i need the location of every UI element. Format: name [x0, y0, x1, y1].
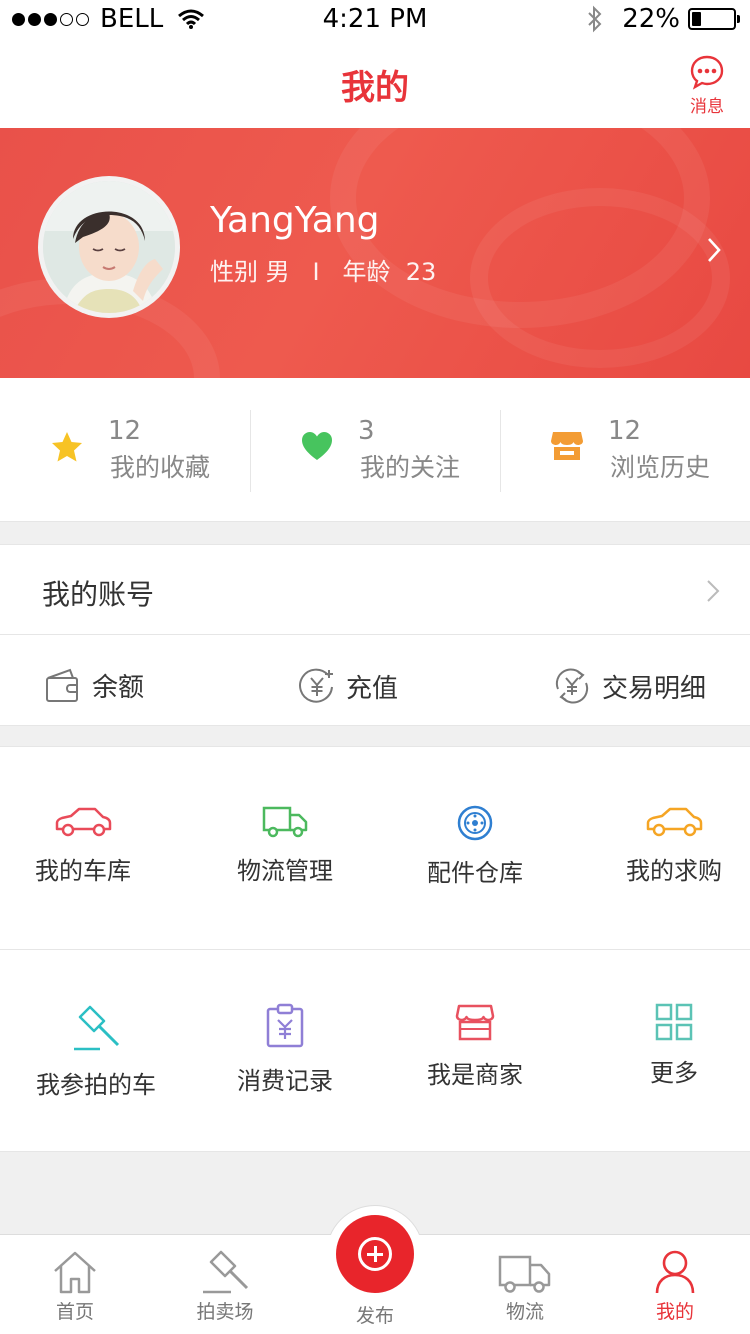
- plus-icon: [358, 1237, 392, 1271]
- grid-item-label: 更多: [650, 1059, 698, 1087]
- messages-label: 消息: [690, 97, 724, 117]
- account-header[interactable]: 我的账号: [0, 545, 750, 635]
- tab-auction[interactable]: 拍卖场: [150, 1249, 300, 1324]
- grid-item-label: 我的求购: [626, 857, 722, 885]
- chevron-right-icon: [707, 580, 720, 602]
- info-separator: I: [312, 258, 320, 286]
- yen-cycle-icon: [555, 668, 589, 704]
- gavel-icon: [203, 1250, 249, 1294]
- stats-row: 12 我的收藏 3 我的关注 12 浏览历史: [0, 378, 750, 522]
- recharge-button[interactable]: 充值: [298, 667, 398, 705]
- tab-logistics[interactable]: 物流: [450, 1249, 600, 1324]
- grid-item-label: 消费记录: [237, 1067, 333, 1095]
- heart-icon: [302, 432, 332, 460]
- gavel-icon: [74, 1005, 120, 1051]
- status-right: 22%: [586, 4, 740, 34]
- battery-level: [692, 12, 701, 26]
- transactions-button[interactable]: 交易明细: [552, 667, 706, 705]
- grid-item-parts[interactable]: 配件仓库: [385, 805, 565, 888]
- transactions-label: 交易明细: [602, 673, 707, 704]
- car-icon: [646, 807, 703, 837]
- person-icon: [655, 1250, 695, 1294]
- grid-item-garage[interactable]: 我的车库: [0, 805, 173, 886]
- grid-item-label: 我是商家: [427, 1061, 523, 1089]
- wheel-icon: [457, 805, 493, 841]
- tab-home[interactable]: 首页: [0, 1249, 150, 1324]
- feature-grid: 我的车库 物流管理 配件仓库 我的求购 我参拍的车 消费记录 我是商家 更多: [0, 746, 750, 1152]
- grid-item-spending[interactable]: 消费记录: [195, 1003, 375, 1096]
- stat-label: 我的关注: [360, 453, 461, 482]
- banner-decoration: [470, 188, 730, 368]
- tab-label: 首页: [55, 1301, 94, 1323]
- truck-icon: [498, 1255, 551, 1293]
- truck-icon: [262, 806, 308, 838]
- shop-icon: [551, 432, 583, 460]
- gender-label: 性别: [210, 258, 258, 286]
- stat-count: 3: [358, 416, 375, 446]
- tab-label: 发布: [355, 1305, 394, 1327]
- tab-bar: 首页 拍卖场 发布 物流 我的: [0, 1205, 750, 1334]
- grid-item-label: 物流管理: [237, 857, 333, 885]
- bluetooth-icon: [588, 5, 602, 33]
- stat-history[interactable]: 12 浏览历史: [500, 378, 750, 521]
- publish-button[interactable]: [336, 1215, 414, 1293]
- store-icon: [455, 1004, 495, 1041]
- battery-percent: 22%: [622, 4, 680, 34]
- car-icon: [55, 807, 112, 837]
- page-title: 我的: [341, 68, 409, 108]
- avatar-image: [43, 181, 175, 313]
- balance-button[interactable]: 余额: [44, 667, 144, 704]
- nav-bar: 我的 消息: [0, 40, 750, 128]
- grid-item-my-auctions[interactable]: 我参拍的车: [6, 1003, 186, 1100]
- grid-item-wanted[interactable]: 我的求购: [584, 805, 750, 886]
- stat-label: 我的收藏: [110, 453, 211, 482]
- user-info: 性别 男 I 年龄 23: [210, 252, 436, 287]
- stat-following[interactable]: 3 我的关注: [250, 378, 500, 521]
- receipt-icon: [266, 1003, 304, 1048]
- stat-count: 12: [108, 416, 142, 446]
- grid-item-label: 配件仓库: [427, 859, 523, 887]
- messages-button[interactable]: 消息: [682, 54, 732, 117]
- chevron-right-icon[interactable]: [706, 236, 722, 264]
- tab-label: 我的: [655, 1301, 694, 1323]
- grid-item-more[interactable]: 更多: [584, 1003, 750, 1088]
- grid-item-label: 我的车库: [35, 857, 131, 885]
- age-value: 23: [405, 258, 437, 286]
- grid-item-logistics[interactable]: 物流管理: [195, 805, 375, 886]
- stat-label: 浏览历史: [610, 453, 711, 482]
- recharge-label: 充值: [346, 673, 399, 704]
- star-icon: [52, 432, 82, 462]
- grid-item-label: 我参拍的车: [36, 1071, 156, 1099]
- stat-favorites[interactable]: 12 我的收藏: [0, 378, 250, 521]
- account-title: 我的账号: [42, 578, 155, 611]
- avatar[interactable]: [38, 176, 180, 318]
- profile-banner[interactable]: YangYang 性别 男 I 年龄 23: [0, 128, 750, 378]
- home-icon: [54, 1251, 96, 1294]
- grid-item-merchant[interactable]: 我是商家: [385, 1003, 565, 1090]
- tab-label: 拍卖场: [196, 1301, 254, 1323]
- status-bar: BELL 4:21 PM 22%: [0, 0, 750, 40]
- grid-icon: [655, 1003, 693, 1041]
- wallet-icon: [46, 668, 78, 702]
- battery-icon: [688, 8, 740, 30]
- chat-bubble-icon: [690, 55, 724, 90]
- grid-divider: [0, 949, 750, 950]
- age-label: 年龄: [342, 258, 391, 286]
- gender-value: 男: [265, 258, 290, 286]
- balance-label: 余额: [92, 673, 145, 703]
- username: YangYang: [210, 200, 380, 241]
- stat-count: 12: [608, 416, 642, 446]
- tab-label: 物流: [505, 1301, 544, 1323]
- yen-plus-icon: [299, 668, 333, 703]
- account-section: 我的账号 余额 充值 交易明细: [0, 544, 750, 726]
- tab-mine[interactable]: 我的: [600, 1249, 750, 1324]
